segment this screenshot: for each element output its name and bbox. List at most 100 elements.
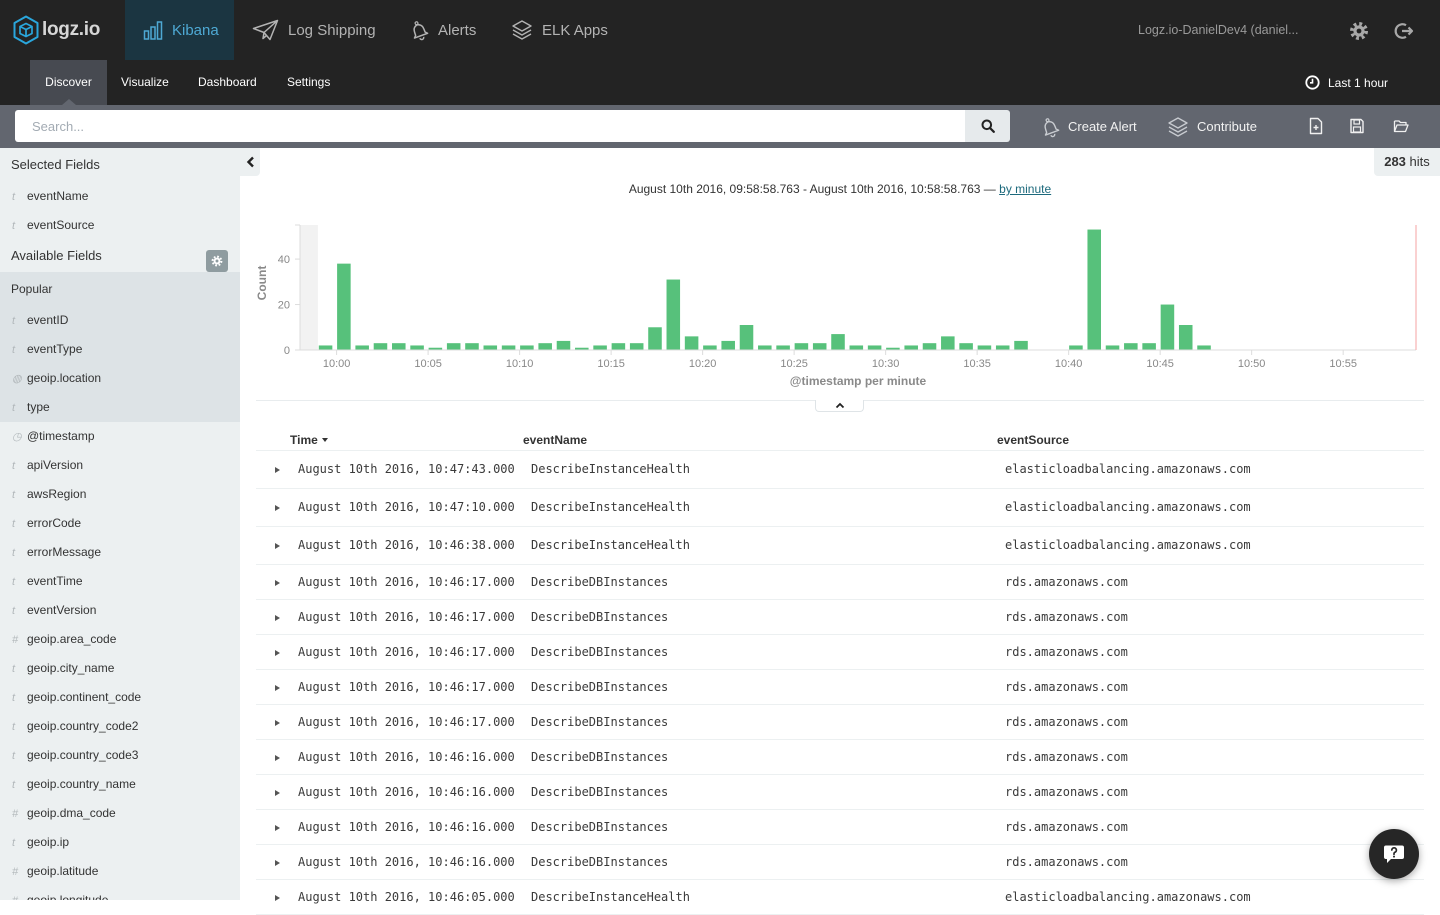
expand-cell[interactable]: [256, 634, 286, 670]
bar[interactable]: [666, 279, 681, 350]
table-row[interactable]: August 10th 2016, 10:46:16.000 DescribeDB…: [256, 809, 1424, 845]
bar[interactable]: [831, 334, 845, 350]
field-settings-button[interactable]: [206, 250, 228, 272]
expand-caret-icon[interactable]: [275, 684, 280, 691]
expand-cell[interactable]: [256, 599, 286, 635]
expand-caret-icon[interactable]: [275, 754, 280, 761]
bar[interactable]: [1197, 345, 1211, 350]
field-item[interactable]: t eventID: [0, 306, 240, 335]
expand-cell[interactable]: [256, 844, 286, 880]
field-item[interactable]: t geoip.country_code2: [0, 712, 240, 741]
table-row[interactable]: August 10th 2016, 10:46:16.000 DescribeDB…: [256, 774, 1424, 810]
column-header-time[interactable]: Time: [286, 427, 519, 451]
expand-cell[interactable]: [256, 809, 286, 845]
interval-link[interactable]: by minute: [999, 182, 1051, 196]
field-item[interactable]: t awsRegion: [0, 480, 240, 509]
time-picker[interactable]: Last 1 hour: [1305, 60, 1388, 105]
field-item[interactable]: # geoip.area_code: [0, 625, 240, 654]
bar[interactable]: [1178, 325, 1193, 350]
bar[interactable]: [593, 345, 607, 350]
expand-cell[interactable]: [256, 488, 286, 527]
field-item[interactable]: # geoip.dma_code: [0, 799, 240, 828]
field-item[interactable]: t eventSource: [0, 211, 240, 240]
expand-caret-icon[interactable]: [275, 859, 280, 866]
new-search-button[interactable]: [1308, 117, 1324, 135]
topnav-kibana[interactable]: Kibana: [125, 0, 234, 60]
search-input[interactable]: [15, 110, 965, 142]
tab-discover[interactable]: Discover: [30, 60, 107, 105]
bar[interactable]: [318, 345, 333, 350]
bar[interactable]: [758, 345, 772, 350]
tab-dashboard[interactable]: Dashboard: [198, 60, 257, 105]
settings-button[interactable]: [1349, 21, 1369, 41]
field-item[interactable]: ◷ @timestamp: [0, 422, 240, 451]
bar[interactable]: [776, 345, 790, 350]
expand-cell[interactable]: [256, 564, 286, 600]
bar[interactable]: [995, 345, 1010, 350]
expand-caret-icon[interactable]: [275, 543, 280, 549]
field-item[interactable]: ◍ geoip.location: [0, 364, 240, 393]
logo[interactable]: logz.io: [13, 15, 100, 45]
field-item[interactable]: t type: [0, 393, 240, 422]
bar[interactable]: [1014, 340, 1028, 350]
open-search-button[interactable]: [1393, 117, 1409, 135]
bar[interactable]: [446, 343, 461, 350]
table-row[interactable]: August 10th 2016, 10:46:17.000 DescribeDB…: [256, 704, 1424, 740]
tab-settings[interactable]: Settings: [287, 60, 330, 105]
collapse-sidebar-button[interactable]: [240, 148, 260, 176]
expand-caret-icon[interactable]: [275, 824, 280, 831]
field-item[interactable]: t eventType: [0, 335, 240, 364]
bar[interactable]: [941, 336, 955, 350]
contribute-button[interactable]: Contribute: [1167, 105, 1257, 148]
table-row[interactable]: August 10th 2016, 10:46:17.000 DescribeDB…: [256, 669, 1424, 705]
account-name[interactable]: Logz.io-DanielDev4 (daniel...: [1138, 0, 1299, 60]
bar[interactable]: [849, 345, 864, 350]
bar[interactable]: [684, 336, 699, 350]
toggle-chart-button[interactable]: [815, 400, 864, 412]
bar[interactable]: [410, 345, 424, 350]
table-row[interactable]: August 10th 2016, 10:47:10.000 DescribeIn…: [256, 488, 1424, 527]
bar[interactable]: [629, 343, 644, 350]
bar[interactable]: [373, 343, 388, 350]
table-row[interactable]: August 10th 2016, 10:46:17.000 DescribeDB…: [256, 634, 1424, 670]
field-item[interactable]: t apiVersion: [0, 451, 240, 480]
field-item[interactable]: t geoip.ip: [0, 828, 240, 857]
bar[interactable]: [556, 340, 571, 350]
bar[interactable]: [1160, 304, 1175, 350]
expand-cell[interactable]: [256, 774, 286, 810]
bar[interactable]: [648, 327, 662, 350]
bar[interactable]: [483, 345, 498, 350]
sort-desc-icon[interactable]: [321, 438, 328, 443]
save-search-button[interactable]: [1349, 117, 1365, 135]
bar[interactable]: [739, 325, 754, 350]
tab-visualize[interactable]: Visualize: [121, 60, 169, 105]
expand-caret-icon[interactable]: [275, 579, 280, 586]
expand-caret-icon[interactable]: [275, 649, 280, 656]
expand-caret-icon[interactable]: [275, 614, 280, 621]
table-row[interactable]: August 10th 2016, 10:46:05.000 DescribeIn…: [256, 879, 1424, 915]
table-row[interactable]: August 10th 2016, 10:46:38.000 DescribeIn…: [256, 526, 1424, 565]
field-item[interactable]: t geoip.continent_code: [0, 683, 240, 712]
bar[interactable]: [538, 343, 552, 350]
field-item[interactable]: t geoip.city_name: [0, 654, 240, 683]
expand-cell[interactable]: [256, 704, 286, 740]
expand-cell[interactable]: [256, 739, 286, 775]
bar[interactable]: [812, 343, 827, 350]
bar[interactable]: [904, 345, 918, 350]
field-item[interactable]: t eventName: [0, 182, 240, 211]
field-item[interactable]: t geoip.country_name: [0, 770, 240, 799]
bar[interactable]: [794, 343, 809, 350]
expand-cell[interactable]: [256, 879, 286, 915]
table-row[interactable]: August 10th 2016, 10:47:43.000 DescribeIn…: [256, 450, 1424, 489]
table-row[interactable]: August 10th 2016, 10:46:16.000 DescribeDB…: [256, 844, 1424, 880]
field-item[interactable]: t eventVersion: [0, 596, 240, 625]
topnav-alerts[interactable]: Alerts: [409, 0, 476, 60]
bar[interactable]: [337, 263, 351, 350]
bar[interactable]: [611, 343, 626, 350]
table-row[interactable]: August 10th 2016, 10:46:16.000 DescribeDB…: [256, 739, 1424, 775]
bar[interactable]: [355, 345, 369, 350]
bar[interactable]: [721, 340, 735, 350]
bar[interactable]: [520, 345, 534, 350]
field-item[interactable]: t geoip.country_code3: [0, 741, 240, 770]
expand-cell[interactable]: [256, 669, 286, 705]
